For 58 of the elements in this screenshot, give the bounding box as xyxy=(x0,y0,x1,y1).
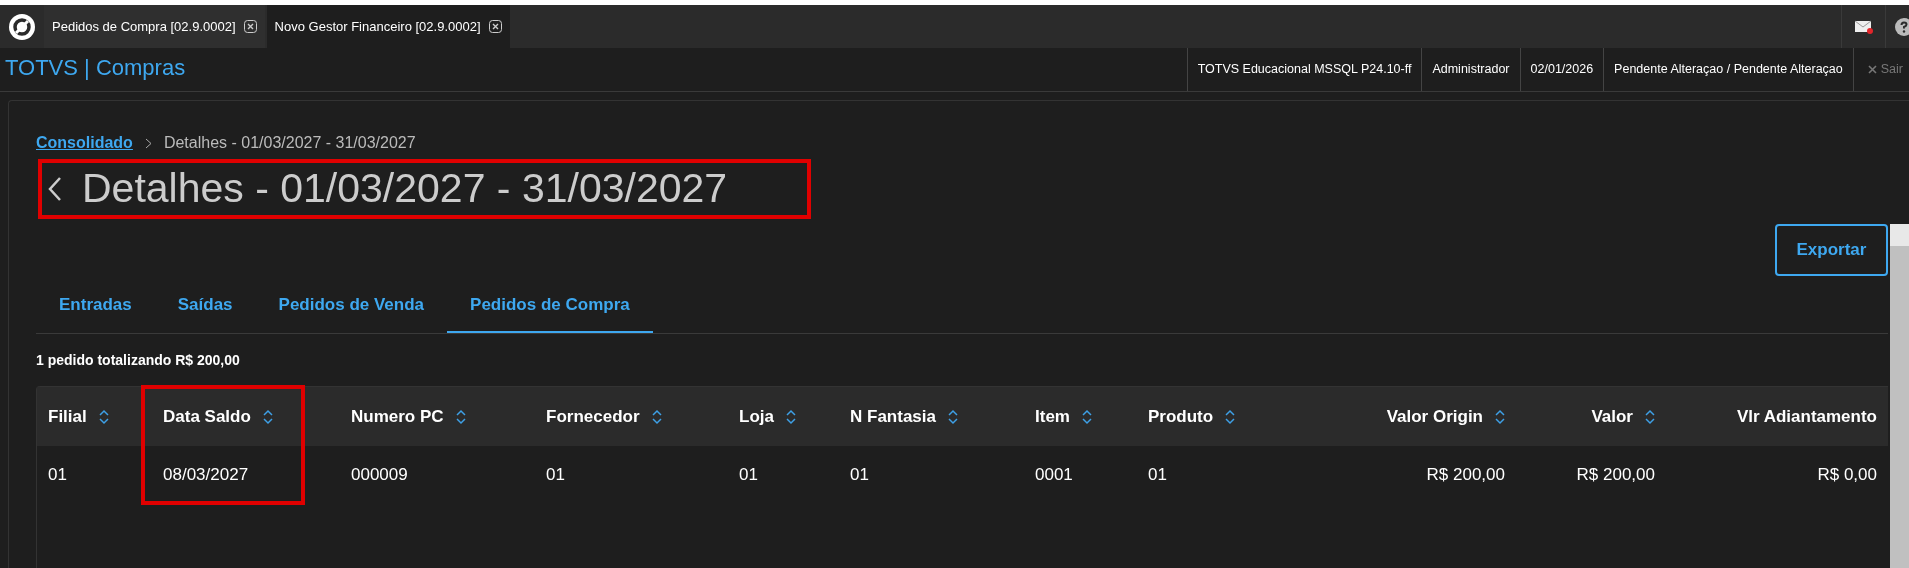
column-header[interactable]: Valor Origin xyxy=(1326,387,1516,446)
sort-icon[interactable] xyxy=(1495,408,1505,425)
column-header[interactable]: Fornecedor xyxy=(535,387,728,446)
breadcrumb-current: Detalhes - 01/03/2027 - 31/03/2027 xyxy=(163,133,416,153)
window-tab[interactable]: Novo Gestor Financeiro [02.9.0002] xyxy=(266,5,510,48)
sort-icon[interactable] xyxy=(98,408,109,425)
table-cell-text: 000009 xyxy=(350,464,409,487)
table-cell-text: 01 xyxy=(849,464,870,487)
tab[interactable]: Pedidos de Compra xyxy=(447,278,653,333)
chevron-right-icon xyxy=(144,137,152,149)
column-header[interactable]: Numero PC xyxy=(340,387,535,446)
table-cell-text: 01 xyxy=(1147,464,1168,487)
logo-icon[interactable] xyxy=(8,12,36,41)
export-button[interactable]: Exportar xyxy=(1775,224,1888,276)
scrollbar[interactable] xyxy=(1890,224,1909,568)
close-icon[interactable] xyxy=(243,20,257,33)
tab[interactable]: Saídas xyxy=(154,278,256,333)
table-cell-text: R$ 200,00 xyxy=(1575,464,1656,487)
header-info: Pendente Alteraçao / Pendente Alteraçao xyxy=(1603,48,1853,91)
sort-icon[interactable] xyxy=(455,408,466,425)
close-icon xyxy=(1867,65,1877,74)
header-info: 02/01/2026 xyxy=(1519,48,1604,91)
table-cell-text: R$ 200,00 xyxy=(1425,464,1506,487)
window-tab[interactable]: Pedidos de Compra [02.9.0002] xyxy=(44,5,265,48)
logout-button[interactable]: Sair xyxy=(1852,48,1909,91)
column-header[interactable]: Loja xyxy=(728,387,839,446)
help-icon[interactable] xyxy=(1895,17,1909,36)
column-header[interactable]: Produto xyxy=(1137,387,1326,446)
sort-icon[interactable] xyxy=(262,408,273,425)
column-header[interactable]: Data Saldo xyxy=(152,387,340,446)
tab[interactable]: Entradas xyxy=(36,278,155,333)
column-header[interactable]: N Fantasia xyxy=(839,387,1024,446)
sort-icon[interactable] xyxy=(651,408,662,425)
summary-text: 1 pedido totalizando R$ 200,00 xyxy=(36,351,241,370)
sort-icon[interactable] xyxy=(785,408,796,425)
breadcrumb-link[interactable]: Consolidado xyxy=(36,131,133,155)
table-cell-text: 0001 xyxy=(1034,464,1074,487)
table-cell-text: 01 xyxy=(545,464,566,487)
column-header[interactable]: Filial xyxy=(37,387,152,446)
page-title: Detalhes - 01/03/2027 - 31/03/2027 xyxy=(82,164,728,214)
column-header[interactable]: Valor xyxy=(1516,387,1666,446)
sort-icon[interactable] xyxy=(948,408,958,425)
tab[interactable]: Pedidos de Venda xyxy=(255,278,448,333)
table-cell-text: 08/03/2027 xyxy=(162,464,250,487)
table-cell-text: 01 xyxy=(47,464,68,487)
sort-icon[interactable] xyxy=(1225,408,1236,425)
sort-icon[interactable] xyxy=(1081,408,1092,425)
back-icon[interactable] xyxy=(48,176,62,202)
sort-icon[interactable] xyxy=(1645,408,1655,425)
table-cell-text: 01 xyxy=(738,464,759,487)
close-icon[interactable] xyxy=(488,20,502,33)
column-header[interactable]: Item xyxy=(1024,387,1137,446)
mail-icon[interactable] xyxy=(1854,19,1873,34)
table-cell-text: R$ 0,00 xyxy=(1816,464,1878,487)
header-info: TOTVS Educacional MSSQL P24.10-ff xyxy=(1186,48,1422,91)
column-header[interactable]: Vlr Adiantamento xyxy=(1666,387,1888,446)
header-info: Administrador xyxy=(1421,48,1520,91)
app-title: TOTVS | Compras xyxy=(4,54,186,82)
